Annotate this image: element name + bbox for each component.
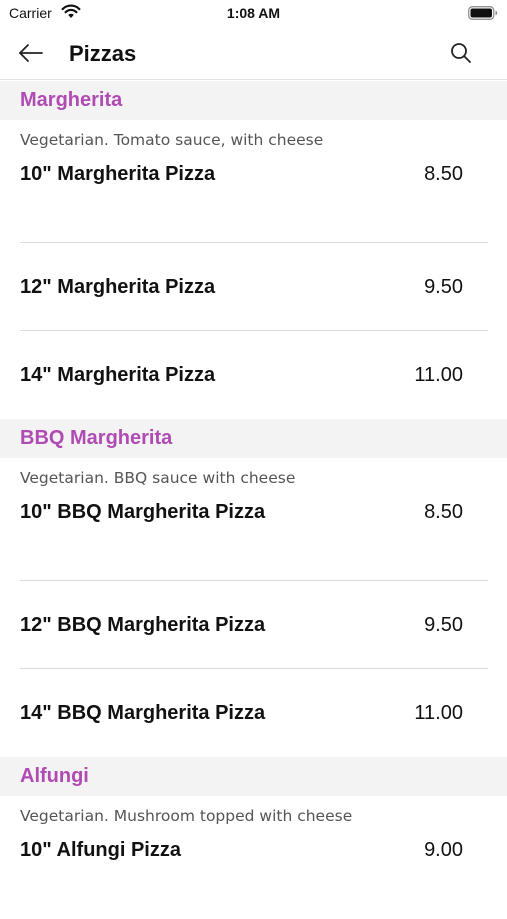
- search-button[interactable]: [445, 39, 477, 71]
- menu-section: Margherita Vegetarian. Tomato sauce, wit…: [0, 81, 507, 419]
- section-header: Alfungi: [0, 757, 507, 796]
- item-price: 8.50: [424, 501, 463, 523]
- item-name: 12" BBQ Margherita Pizza: [20, 613, 266, 636]
- item-name: 12" Margherita Pizza: [20, 275, 216, 298]
- item-price: 9.50: [424, 275, 463, 298]
- item-name: 10" Alfungi Pizza: [20, 839, 181, 861]
- back-button[interactable]: [14, 38, 48, 72]
- item-name: 10" Margherita Pizza: [20, 163, 216, 185]
- item-price: 9.00: [424, 839, 463, 861]
- section-description: Vegetarian. BBQ sauce with cheese: [20, 469, 296, 487]
- section-description: Vegetarian. Mushroom topped with cheese: [20, 807, 353, 825]
- menu-item[interactable]: 12" BBQ Margherita Pizza 9.50: [20, 581, 488, 669]
- page-title: Pizzas: [69, 41, 137, 66]
- status-bar: Carrier 1:08 AM: [0, 0, 507, 30]
- item-name: 14" Margherita Pizza: [20, 363, 216, 386]
- section-header: Margherita: [0, 81, 507, 120]
- arrow-left-icon: [18, 43, 44, 68]
- menu-item[interactable]: 12" Margherita Pizza 9.50: [20, 243, 488, 331]
- menu-item[interactable]: 14" BBQ Margherita Pizza 11.00: [20, 669, 488, 757]
- menu-item[interactable]: 10" BBQ Margherita Pizza 8.50: [20, 498, 488, 581]
- item-price: 8.50: [424, 163, 463, 185]
- section-title: Margherita: [20, 89, 123, 111]
- section-description: Vegetarian. Tomato sauce, with cheese: [20, 131, 324, 149]
- section-header: BBQ Margherita: [0, 419, 507, 458]
- item-price: 11.00: [414, 701, 463, 724]
- item-name: 14" BBQ Margherita Pizza: [20, 701, 266, 724]
- status-time: 1:08 AM: [226, 5, 281, 21]
- menu-section: BBQ Margherita Vegetarian. BBQ sauce wit…: [0, 419, 507, 757]
- section-title: Alfungi: [20, 765, 89, 787]
- menu-item[interactable]: 10" Margherita Pizza 8.50: [20, 160, 488, 243]
- section-title: BBQ Margherita: [20, 427, 173, 449]
- item-name: 10" BBQ Margherita Pizza: [20, 501, 266, 523]
- menu-list: Margherita Vegetarian. Tomato sauce, wit…: [0, 81, 507, 919]
- menu-item[interactable]: 10" Alfungi Pizza 9.00: [20, 836, 488, 919]
- menu-section: Alfungi Vegetarian. Mushroom topped with…: [0, 757, 507, 919]
- search-icon: [450, 42, 472, 69]
- battery-icon: [468, 6, 498, 20]
- navigation-bar: Pizzas: [0, 30, 507, 80]
- menu-item[interactable]: 14" Margherita Pizza 11.00: [20, 331, 488, 419]
- item-price: 11.00: [414, 363, 463, 386]
- item-price: 9.50: [424, 613, 463, 636]
